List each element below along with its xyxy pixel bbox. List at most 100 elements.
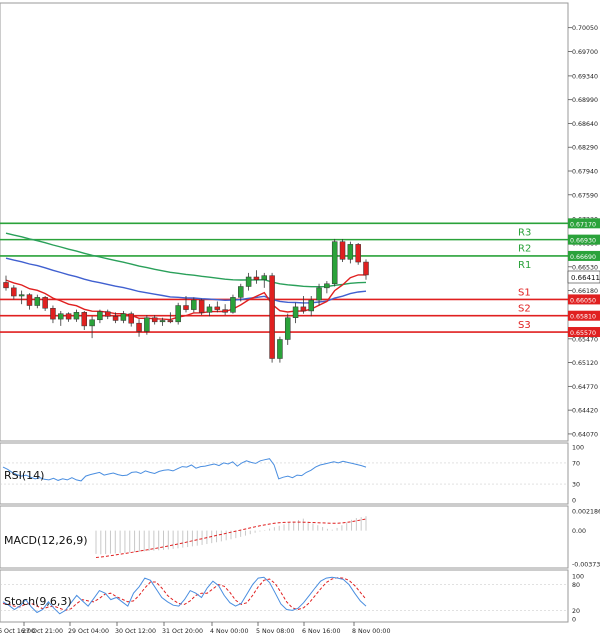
candle-body [183,305,189,310]
candle-body [292,306,299,319]
candle-body [198,299,205,313]
candle-body [159,320,166,323]
candle [355,243,361,265]
price-axis-group: 0.70050 0.69700 0.69340 0.68990 0.68640 0.682… [568,25,598,438]
candle-body [284,317,291,340]
rsi-tick-label: 0 [572,498,576,505]
candle-body [65,313,72,320]
price-tick-label: 0.65470 [572,336,598,343]
candle-body [97,311,103,321]
candle-body [120,313,127,321]
stoch-label: Stoch(9,6,3) [4,595,72,608]
candle-body [136,322,142,332]
time-tick-label: 29 Oct 04:00 [68,628,109,635]
stoch-panel-frame [0,569,569,623]
stoch-tick-label: 80 [572,582,580,589]
price-tick-label: 0.68640 [572,121,598,128]
candle-body [222,309,228,313]
stoch-tick-label: 0 [572,617,576,624]
current-price-label: 0.66411 [571,274,600,282]
candle-body [331,241,338,285]
candle-body [50,307,56,320]
rsi-tick-label: 30 [572,482,580,489]
level-name-r2: R2 [518,244,531,255]
candle-body [81,312,88,327]
candle-body [347,244,354,260]
price-tick-label: 0.66530 [572,264,598,271]
candle-body [206,306,213,313]
stoch-tick-label: 100 [572,574,584,581]
price-tick-label: 0.69340 [572,73,598,80]
candle-body [18,294,25,297]
candle-body [214,306,221,310]
rsi-panel-frame [0,442,569,505]
candle-body [308,299,314,312]
candle-body [104,311,111,317]
price-panel-frame [0,2,569,442]
candle-body [269,275,275,359]
candle-body [339,241,346,260]
candle-body [73,312,80,320]
time-tick-label: 31 Oct 20:00 [162,628,203,635]
candle-body [230,297,236,313]
candle-body [245,276,252,287]
price-tick-label: 0.67590 [572,192,598,199]
candle-body [151,317,158,323]
macd-tick-label: -0.003732 [572,562,600,569]
rsi-tick-label: 100 [572,445,584,452]
candle-body [34,297,41,306]
level-name-s3: S3 [518,320,531,331]
level-name-r1: R1 [518,260,531,271]
level-name-s1: S1 [518,287,531,298]
time-tick-label: 4 Nov 00:00 [210,628,248,635]
time-tick-label: 30 Oct 12:00 [115,628,156,635]
level-price-label-s2: 0.65810 [570,314,596,321]
candle-body [191,299,197,310]
candle [175,302,181,325]
candle-body [316,287,322,301]
price-tick-label: 0.64770 [572,384,598,391]
candle [339,238,346,263]
candle [269,272,275,363]
candle-body [175,305,181,323]
candle-body [11,287,17,297]
stoch-panel: Stoch(9,6,3) 10080 20 0 [0,569,584,624]
price-panel: R3 R2 R1 S1 S2 S3 0.70050 0.69700 0.69340 0.6899… [0,2,600,442]
time-tick-label: 5 Nov 08:00 [256,628,294,635]
price-tick-label: 0.70050 [572,25,598,32]
level-price-label-s1: 0.66050 [570,297,596,304]
level-price-label-s3: 0.65570 [570,330,596,337]
price-tick-label: 0.68990 [572,97,598,104]
candle-body [167,320,174,323]
time-tick-label: 27 Oct 21:00 [22,628,63,635]
price-tick-label: 0.68290 [572,145,598,152]
time-tick-label: 6 Nov 16:00 [302,628,340,635]
rsi-label: RSI(14) [4,469,44,482]
candle-body [112,316,119,321]
candle-body [253,276,260,280]
candle-body [128,313,134,324]
candle-body [261,275,268,280]
macd-axis-group: 0.002186 0.00 -0.003732 [572,509,600,569]
candle [331,238,338,287]
candle-body [277,339,283,359]
candle-body [89,319,95,327]
macd-tick-label: 0.002186 [572,509,600,516]
level-name-r3: R3 [518,227,531,238]
macd-tick-label: 0.00 [572,528,586,535]
level-price-label-r1: 0.66690 [570,254,596,261]
chart-root: R3 R2 R1 S1 S2 S3 0.70050 0.69700 0.69340 0.6899… [0,2,600,635]
rsi-tick-label: 70 [572,460,580,467]
candle-body [144,317,150,332]
price-tick-label: 0.67940 [572,169,598,176]
stoch-axis-group: 10080 20 0 [572,574,584,624]
rsi-panel: RSI(14) 100 70 30 0 [0,442,584,505]
candle-body [3,282,9,289]
time-tick-label: 8 Nov 00:00 [352,628,390,635]
candle-body [58,313,64,320]
price-tick-label: 0.69700 [572,49,598,56]
candle-body [355,244,361,263]
price-tick-label: 0.64070 [572,431,598,438]
candle-body [324,283,330,289]
time-axis-group: 26 Oct 16:0027 Oct 21:0029 Oct 04:0030 O… [0,622,390,635]
